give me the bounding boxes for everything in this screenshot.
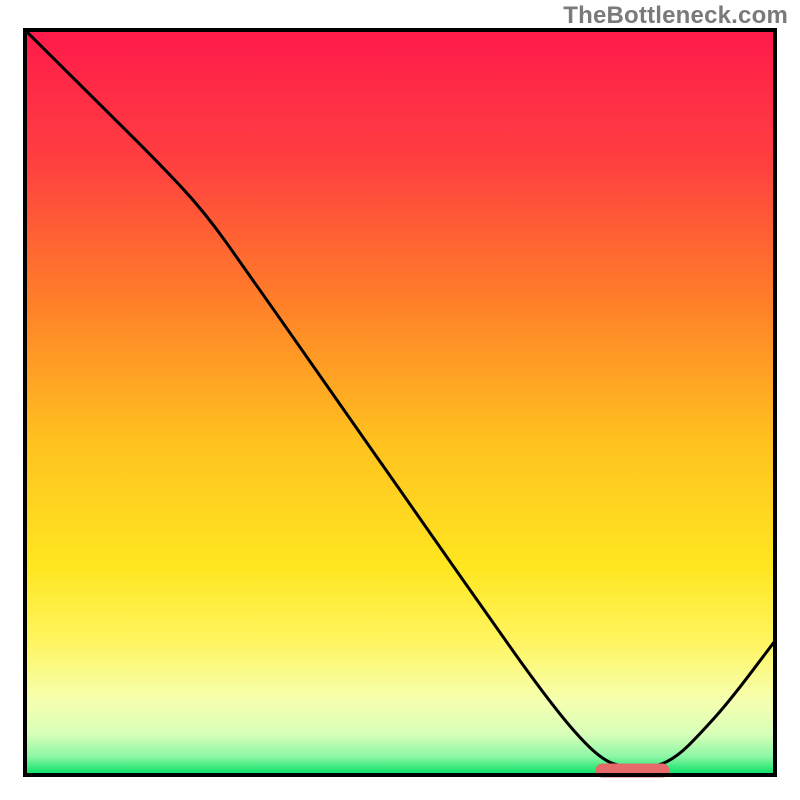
bottleneck-chart <box>0 0 800 800</box>
chart-stage: TheBottleneck.com <box>0 0 800 800</box>
watermark-text: TheBottleneck.com <box>563 2 788 30</box>
